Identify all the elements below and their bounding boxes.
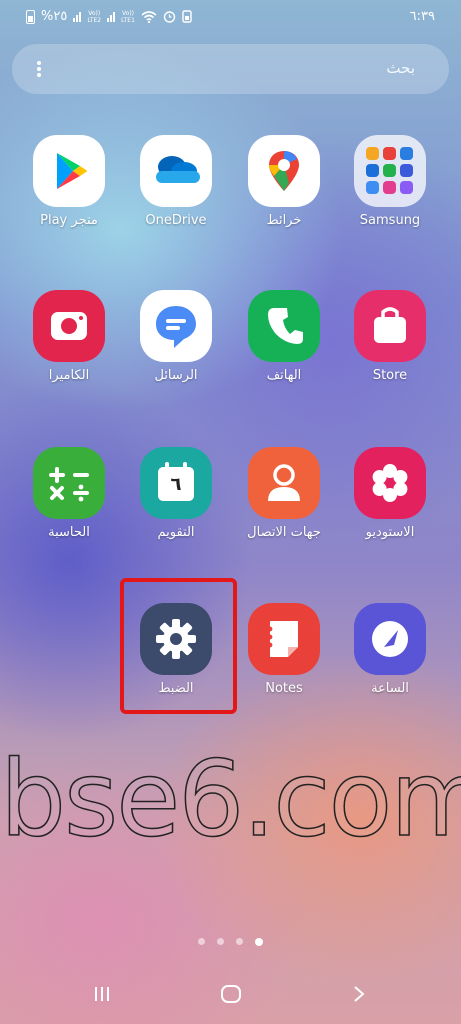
battery-icon: [26, 9, 35, 24]
app-label: الكاميرا: [48, 368, 90, 383]
app-label: خرائط: [266, 213, 302, 228]
app-contacts[interactable]: جهات الاتصال: [234, 447, 334, 540]
highlight-box: [120, 578, 237, 714]
calendar-day: ٦: [170, 474, 182, 495]
app-phone[interactable]: الهاتف: [234, 290, 334, 383]
alarm-icon: [163, 11, 176, 23]
app-label: الحاسبة: [48, 525, 90, 540]
battery-percent: %٢٥: [41, 9, 68, 24]
app-label: الرسائل: [154, 368, 198, 383]
app-messages[interactable]: الرسائل: [126, 290, 226, 383]
phone-icon: [248, 290, 320, 362]
app-label: الهاتف: [266, 368, 302, 383]
maps-icon: [248, 135, 320, 207]
signal-icon: [107, 11, 116, 22]
app-label: Play متجر: [40, 213, 98, 228]
page-dot-current[interactable]: [255, 938, 263, 946]
app-samsung-folder[interactable]: Samsung: [340, 135, 440, 228]
back-icon: [354, 986, 365, 1002]
samsung-folder-icon: [354, 135, 426, 207]
app-label: جهات الاتصال: [247, 525, 321, 540]
home-button[interactable]: [220, 984, 242, 1008]
volte-lte2-icon: Vo)) LTE2: [87, 9, 102, 24]
app-camera[interactable]: الكاميرا: [19, 290, 119, 383]
app-label: OneDrive: [145, 213, 207, 228]
search-placeholder: بحث: [386, 59, 415, 77]
status-time: ٦:٣٩: [409, 9, 435, 24]
calendar-icon: ٦: [140, 447, 212, 519]
app-onedrive[interactable]: OneDrive: [126, 135, 226, 228]
app-play-store[interactable]: Play متجر: [19, 135, 119, 228]
more-options-icon[interactable]: [36, 59, 42, 79]
search-bar[interactable]: بحث: [12, 44, 449, 94]
store-icon: [354, 290, 426, 362]
page-dot[interactable]: [198, 938, 205, 945]
recent-apps-icon: [95, 987, 109, 1001]
home-icon: [221, 985, 241, 1003]
navigation-bar: [0, 980, 461, 1020]
app-maps[interactable]: خرائط: [234, 135, 334, 228]
app-label: الساعة: [371, 681, 409, 696]
volte-lte1-icon: Vo)) LTE1: [121, 9, 135, 24]
notes-icon: [248, 603, 320, 675]
app-label: Samsung: [359, 213, 421, 228]
recent-apps-button[interactable]: [92, 984, 112, 1008]
page-dot[interactable]: [217, 938, 224, 945]
app-label: التقويم: [157, 525, 195, 540]
status-icons: %٢٥ Vo)) LTE2 Vo)) LTE1: [26, 9, 192, 24]
messages-icon: [140, 290, 212, 362]
wifi-icon: [141, 10, 157, 23]
status-bar: %٢٥ Vo)) LTE2 Vo)) LTE1 ٦:٣٩: [0, 0, 461, 34]
contacts-icon: [248, 447, 320, 519]
page-indicator[interactable]: [0, 938, 461, 946]
back-button[interactable]: [352, 984, 366, 1008]
storage-icon: [182, 10, 192, 23]
camera-icon: [33, 290, 105, 362]
app-label: Notes: [265, 681, 303, 696]
play-store-icon: [33, 135, 105, 207]
app-calculator[interactable]: الحاسبة: [19, 447, 119, 540]
page-dot[interactable]: [236, 938, 243, 945]
signal-icon: [73, 11, 82, 22]
app-clock[interactable]: الساعة: [340, 603, 440, 696]
app-label: الاستوديو: [365, 525, 415, 540]
app-gallery[interactable]: الاستوديو: [340, 447, 440, 540]
app-galaxy-store[interactable]: Store: [340, 290, 440, 383]
gallery-icon: [354, 447, 426, 519]
calculator-icon: [33, 447, 105, 519]
app-label: Store: [372, 368, 408, 383]
watermark: bse6.com: [0, 737, 461, 861]
clock-icon: [354, 603, 426, 675]
app-notes[interactable]: Notes: [234, 603, 334, 696]
onedrive-icon: [140, 135, 212, 207]
app-calendar[interactable]: ٦ التقويم: [126, 447, 226, 540]
